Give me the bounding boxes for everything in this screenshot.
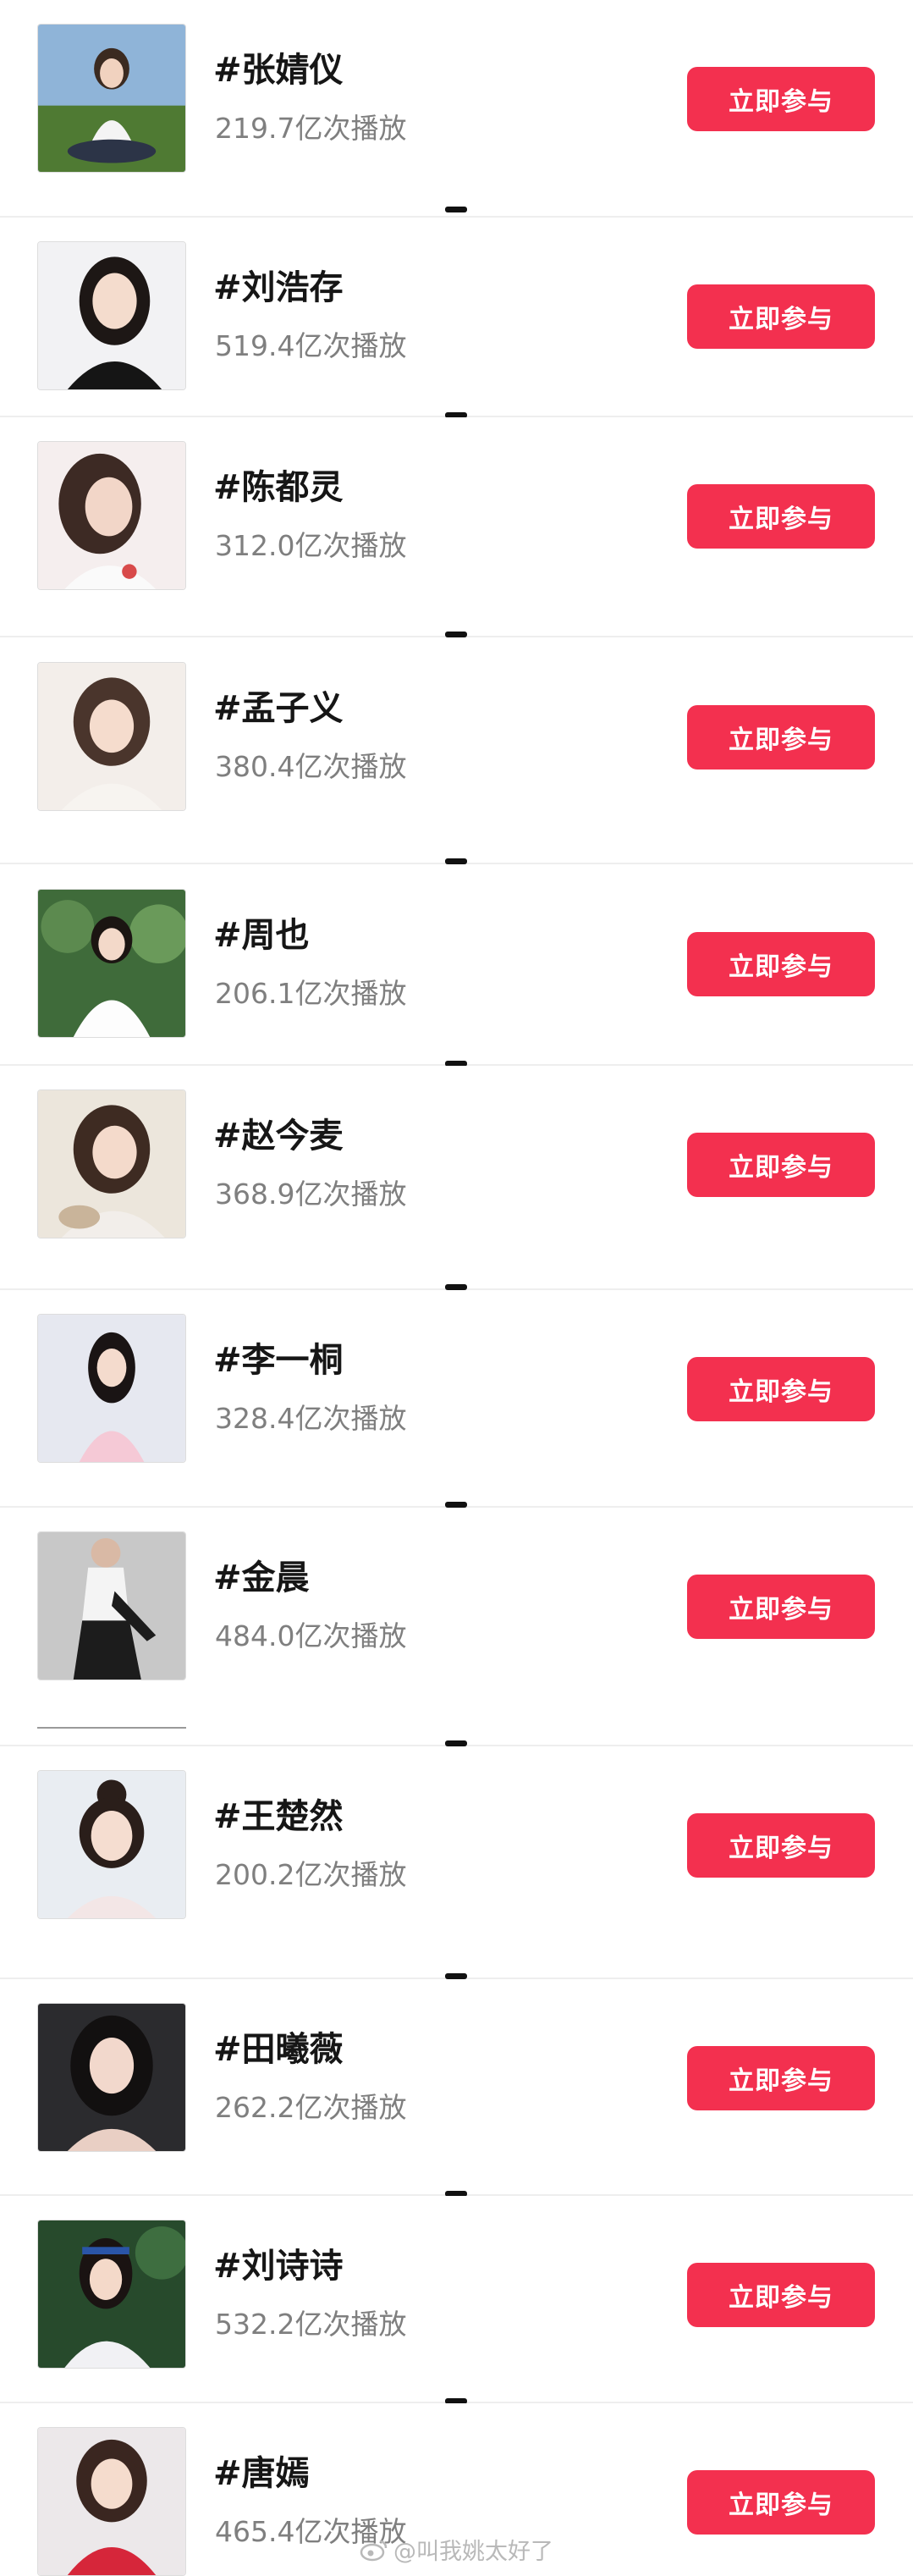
weibo-watermark: @叫我姚太好了 [360, 2533, 553, 2566]
drag-handle [445, 632, 467, 637]
avatar-thumbnail[interactable] [37, 2003, 186, 2152]
play-count: 328.4亿次播放 [215, 1402, 407, 1435]
topic-tag[interactable]: #张婧仪 [213, 53, 344, 87]
avatar-thumbnail[interactable] [37, 662, 186, 811]
join-button[interactable]: 立即参与 [687, 2046, 875, 2110]
list-item: #刘诗诗 532.2亿次播放 立即参与 [0, 2196, 913, 2403]
topic-tag[interactable]: #陈都灵 [213, 471, 344, 505]
topic-tag[interactable]: #李一桐 [213, 1343, 344, 1377]
watermark-text: @叫我姚太好了 [393, 2539, 553, 2565]
join-button[interactable]: 立即参与 [687, 2263, 875, 2327]
avatar-thumbnail[interactable] [37, 1089, 186, 1238]
list-item: #孟子义 380.4亿次播放 立即参与 [0, 637, 913, 864]
topic-tag[interactable]: #田曦薇 [213, 2033, 344, 2066]
play-count: 206.1亿次播放 [215, 977, 407, 1010]
list-item: #田曦薇 262.2亿次播放 立即参与 [0, 1979, 913, 2196]
list-item: #赵今麦 368.9亿次播放 立即参与 [0, 1066, 913, 1290]
topic-tag[interactable]: #王楚然 [213, 1800, 344, 1834]
weibo-icon [360, 2538, 388, 2562]
play-count: 200.2亿次播放 [215, 1858, 407, 1891]
join-button[interactable]: 立即参与 [687, 284, 875, 349]
avatar-thumbnail[interactable] [37, 889, 186, 1038]
list-item: #陈都灵 312.0亿次播放 立即参与 [0, 417, 913, 637]
topic-tag[interactable]: #孟子义 [213, 692, 344, 725]
drag-handle [445, 207, 467, 212]
divider [37, 1727, 186, 1729]
list-item: #李一桐 328.4亿次播放 立即参与 [0, 1290, 913, 1508]
play-count: 532.2亿次播放 [215, 2308, 407, 2341]
play-count: 312.0亿次播放 [215, 529, 407, 562]
topic-tag[interactable]: #唐嫣 [213, 2457, 310, 2491]
join-button[interactable]: 立即参与 [687, 1575, 875, 1639]
list-item: #王楚然 200.2亿次播放 立即参与 [0, 1746, 913, 1979]
join-button[interactable]: 立即参与 [687, 67, 875, 131]
topic-tag[interactable]: #赵今麦 [213, 1119, 344, 1153]
topic-tag[interactable]: #刘浩存 [213, 271, 344, 305]
join-button[interactable]: 立即参与 [687, 484, 875, 549]
topic-tag[interactable]: #周也 [213, 918, 310, 952]
play-count: 519.4亿次播放 [215, 329, 407, 362]
play-count: 484.0亿次播放 [215, 1619, 407, 1652]
join-button[interactable]: 立即参与 [687, 2470, 875, 2535]
join-button[interactable]: 立即参与 [687, 1813, 875, 1878]
topic-tag[interactable]: #刘诗诗 [213, 2249, 344, 2283]
play-count: 368.9亿次播放 [215, 1178, 407, 1211]
drag-handle [445, 858, 467, 864]
avatar-thumbnail[interactable] [37, 241, 186, 390]
drag-handle [445, 1502, 467, 1508]
topic-tag[interactable]: #金晨 [213, 1561, 310, 1595]
avatar-thumbnail[interactable] [37, 1314, 186, 1463]
avatar-thumbnail[interactable] [37, 1531, 186, 1680]
play-count: 380.4亿次播放 [215, 750, 407, 783]
list-item: #刘浩存 519.4亿次播放 立即参与 [0, 218, 913, 417]
play-count: 262.2亿次播放 [215, 2091, 407, 2124]
join-button[interactable]: 立即参与 [687, 932, 875, 996]
list-item: #周也 206.1亿次播放 立即参与 [0, 864, 913, 1066]
join-button[interactable]: 立即参与 [687, 1133, 875, 1197]
avatar-thumbnail[interactable] [37, 441, 186, 590]
drag-handle [445, 1740, 467, 1746]
avatar-thumbnail[interactable] [37, 2220, 186, 2369]
avatar-thumbnail[interactable] [37, 24, 186, 173]
avatar-thumbnail[interactable] [37, 2427, 186, 2576]
drag-handle [445, 1284, 467, 1290]
topic-list: #张婧仪 219.7亿次播放 立即参与 #刘浩存 519.4亿次播放 立即参与 [0, 0, 913, 2576]
drag-handle [445, 1973, 467, 1979]
join-button[interactable]: 立即参与 [687, 705, 875, 769]
avatar-thumbnail[interactable] [37, 1770, 186, 1919]
list-item: #张婧仪 219.7亿次播放 立即参与 [0, 0, 913, 218]
play-count: 219.7亿次播放 [215, 112, 407, 145]
list-item: #金晨 484.0亿次播放 立即参与 [0, 1508, 913, 1746]
join-button[interactable]: 立即参与 [687, 1357, 875, 1421]
